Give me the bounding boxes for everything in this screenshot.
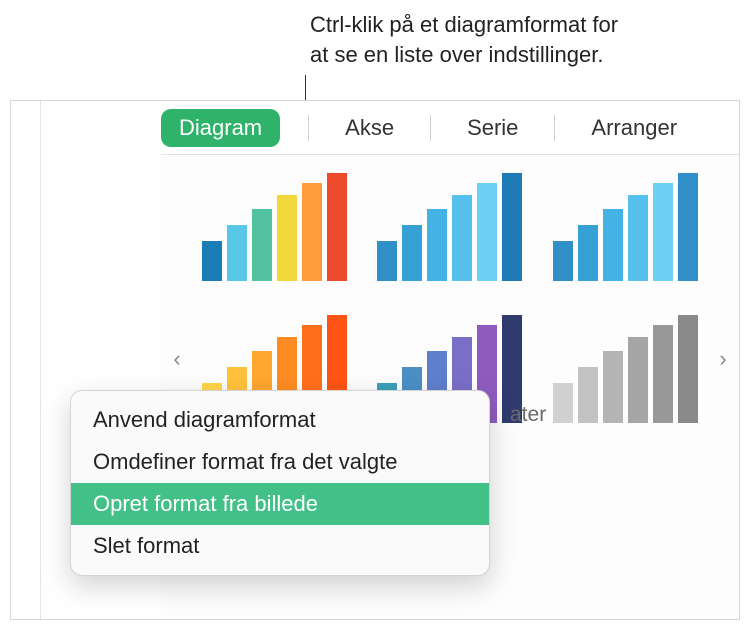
style-multicolor-0[interactable] — [201, 173, 348, 285]
chevron-left-icon: ‹ — [173, 346, 180, 372]
chevron-right-icon: › — [719, 346, 726, 372]
bar-icon — [553, 383, 573, 423]
bar-icon — [252, 209, 272, 281]
bar-icon — [302, 183, 322, 281]
bar-icon — [653, 183, 673, 281]
bar-icon — [227, 225, 247, 281]
left-gutter — [11, 101, 41, 619]
style-gray-5[interactable] — [552, 315, 699, 427]
bar-icon — [277, 195, 297, 281]
bar-icon — [603, 351, 623, 423]
styles-grid — [201, 173, 699, 427]
bar-icon — [327, 173, 347, 281]
callout-text: Ctrl-klik på et diagramformat for at se … — [310, 10, 730, 69]
callout-line2: at se en liste over indstillinger. — [310, 42, 604, 67]
tab-separator — [430, 115, 431, 141]
bar-icon — [502, 173, 522, 281]
callout-line1: Ctrl-klik på et diagramformat for — [310, 12, 618, 37]
menu-item-apply[interactable]: Anvend diagramformat — [71, 399, 489, 441]
tab-axis[interactable]: Akse — [337, 109, 402, 147]
bar-icon — [452, 195, 472, 281]
bar-icon — [553, 241, 573, 281]
style-blue-1[interactable] — [376, 173, 523, 285]
bar-icon — [427, 209, 447, 281]
tab-separator — [308, 115, 309, 141]
bar-icon — [678, 173, 698, 281]
menu-item-redefine[interactable]: Omdefiner format fra det valgte — [71, 441, 489, 483]
tab-diagram[interactable]: Diagram — [161, 109, 280, 147]
bar-icon — [653, 325, 673, 423]
bar-icon — [477, 183, 497, 281]
tab-separator — [554, 115, 555, 141]
context-menu: Anvend diagramformatOmdefiner format fra… — [70, 390, 490, 576]
bar-icon — [377, 241, 397, 281]
bar-icon — [678, 315, 698, 423]
menu-item-create[interactable]: Opret format fra billede — [71, 483, 489, 525]
styles-prev-button[interactable]: ‹ — [163, 345, 191, 373]
bar-icon — [402, 225, 422, 281]
bar-icon — [578, 367, 598, 423]
bar-icon — [628, 195, 648, 281]
diagram-formats-label-trail: ater — [510, 403, 546, 427]
tab-series[interactable]: Serie — [459, 109, 526, 147]
bar-icon — [578, 225, 598, 281]
styles-next-button[interactable]: › — [709, 345, 737, 373]
bar-icon — [202, 241, 222, 281]
tab-arrange[interactable]: Arranger — [583, 109, 685, 147]
bar-icon — [603, 209, 623, 281]
bar-icon — [628, 337, 648, 423]
menu-item-delete[interactable]: Slet format — [71, 525, 489, 567]
style-cyan-2[interactable] — [552, 173, 699, 285]
inspector-tabs: Diagram Akse Serie Arranger — [161, 101, 739, 155]
